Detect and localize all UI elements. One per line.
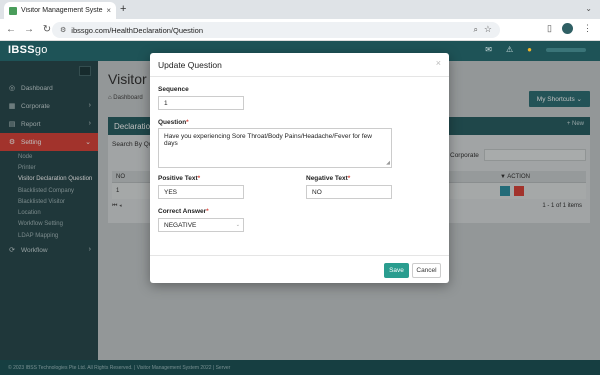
profile-avatar[interactable] — [562, 23, 573, 34]
site-info-icon[interactable]: ⚙ — [60, 26, 66, 34]
question-text: Have you experiencing Sore Throat/Body P… — [164, 133, 372, 147]
mail-icon[interactable]: ✉ — [485, 45, 492, 54]
browser-tab[interactable]: Visitor Management System × — [4, 2, 116, 19]
tab-title: Visitor Management System — [21, 7, 104, 14]
logo-text: IBSS — [8, 44, 35, 56]
resize-grip-icon[interactable]: ◢ — [386, 160, 390, 166]
question-label-text: Question — [158, 119, 187, 126]
correct-answer-value: NEGATIVE — [164, 222, 197, 229]
new-tab-icon[interactable]: + — [120, 3, 126, 15]
positive-text-input[interactable]: YES — [158, 185, 244, 199]
sidepanel-icon[interactable]: ▯ — [547, 23, 552, 34]
modal-header: Update Question × — [150, 53, 449, 77]
user-menu[interactable] — [546, 47, 586, 52]
required-mark: * — [206, 208, 209, 215]
modal-footer: Save Cancel — [150, 255, 449, 283]
more-menu-icon[interactable]: ⋮ — [583, 23, 592, 34]
cancel-button[interactable]: Cancel — [412, 263, 441, 278]
save-button[interactable]: Save — [384, 263, 409, 278]
correct-answer-select[interactable]: NEGATIVE ⌄ — [158, 218, 244, 232]
logo-suffix: go — [34, 44, 48, 56]
required-mark: * — [186, 119, 189, 126]
close-tab-icon[interactable]: × — [106, 6, 111, 15]
url-field[interactable]: ⚙ ibssgo.com/HealthDeclaration/Question … — [52, 22, 500, 38]
update-question-modal: Update Question × Sequence 1 Question* H… — [150, 53, 449, 283]
negative-label: Negative Text* — [306, 175, 350, 182]
required-mark: * — [197, 175, 201, 182]
question-label: Question* — [158, 119, 189, 126]
sequence-label: Sequence — [158, 86, 189, 93]
close-icon[interactable]: × — [436, 58, 441, 68]
negative-label-text: Negative Text — [306, 175, 348, 182]
magnifier-icon[interactable]: ⌕ — [474, 25, 478, 35]
correct-answer-label: Correct Answer* — [158, 208, 209, 215]
url-text: ibssgo.com/HealthDeclaration/Question — [71, 25, 204, 35]
address-bar: ← → ↻ ⚙ ibssgo.com/HealthDeclaration/Que… — [0, 19, 600, 41]
modal-title: Update Question — [158, 60, 222, 70]
favicon-icon — [9, 6, 17, 15]
negative-text-input[interactable]: NO — [306, 185, 392, 199]
sequence-input[interactable]: 1 — [158, 96, 244, 110]
tab-menu-icon[interactable]: ⌄ — [585, 4, 592, 13]
app-logo[interactable]: IBSSgo — [8, 44, 48, 56]
alert-icon[interactable]: ⚠ — [506, 45, 513, 54]
required-mark: * — [347, 175, 351, 182]
forward-icon[interactable]: → — [22, 24, 36, 35]
question-textarea[interactable]: Have you experiencing Sore Throat/Body P… — [158, 128, 392, 168]
star-icon[interactable]: ☆ — [484, 24, 492, 35]
chevron-down-icon: ⌄ — [235, 222, 240, 228]
positive-label-text: Positive Text — [158, 175, 198, 182]
back-icon[interactable]: ← — [4, 24, 18, 35]
correct-answer-label-text: Correct Answer — [158, 208, 207, 215]
browser-tab-bar: Visitor Management System × + ⌄ — [0, 0, 600, 19]
lightbulb-icon[interactable]: ● — [527, 45, 532, 54]
positive-label: Positive Text* — [158, 175, 200, 182]
